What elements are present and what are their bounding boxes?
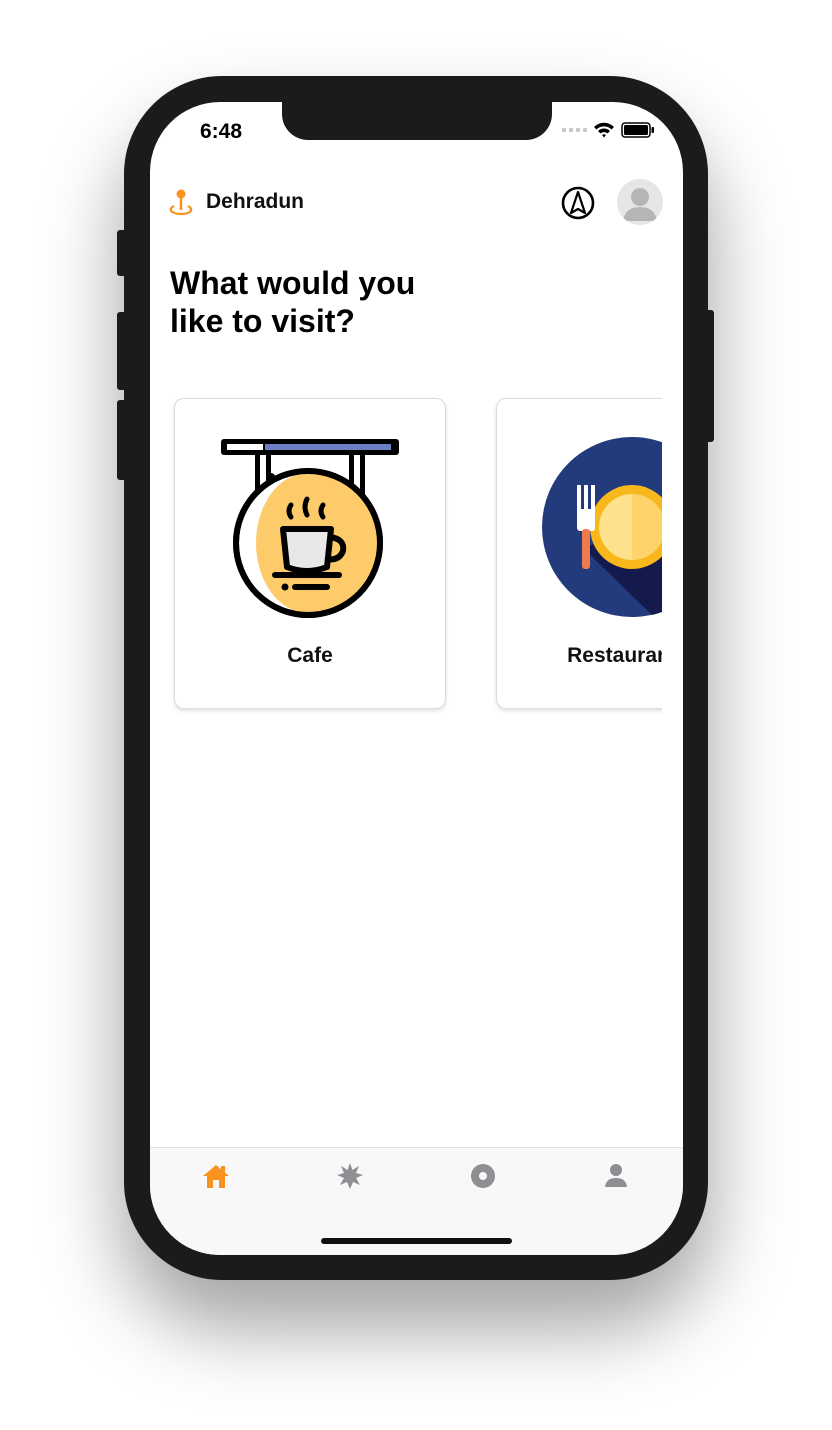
status-icons xyxy=(562,122,655,138)
signal-icon xyxy=(562,128,587,132)
home-indicator[interactable] xyxy=(321,1238,512,1244)
home-icon xyxy=(203,1165,229,1188)
app-screen: 6:48 Dehradun What would you like to vis… xyxy=(150,102,683,1255)
location-selector[interactable]: Dehradun xyxy=(168,188,304,216)
cafe-sign-icon xyxy=(221,439,399,618)
compass-icon[interactable] xyxy=(561,186,595,220)
tab-record[interactable] xyxy=(463,1158,503,1194)
notch xyxy=(282,102,552,140)
wifi-icon xyxy=(594,122,614,138)
category-card-cafe[interactable]: Cafe xyxy=(174,398,446,709)
page-title: What would you like to visit? xyxy=(170,265,416,339)
avatar[interactable] xyxy=(617,179,663,225)
status-time: 6:48 xyxy=(200,120,243,143)
category-label: Cafe xyxy=(287,644,333,667)
default-avatar-icon xyxy=(623,188,657,221)
category-carousel[interactable]: Cafe Restaurant xyxy=(150,384,662,724)
record-icon xyxy=(471,1164,495,1188)
battery-icon xyxy=(621,122,654,138)
tab-home[interactable] xyxy=(196,1158,236,1194)
location-label: Dehradun xyxy=(206,190,305,213)
tab-explore[interactable] xyxy=(330,1158,370,1194)
star-icon xyxy=(337,1163,363,1189)
profile-icon xyxy=(605,1164,627,1187)
location-pin-icon xyxy=(169,189,193,216)
category-card-restaurant[interactable]: Restaurant xyxy=(496,398,662,709)
restaurant-plate-icon xyxy=(542,437,662,617)
tab-profile[interactable] xyxy=(596,1158,636,1194)
category-label: Restaurant xyxy=(567,644,662,667)
